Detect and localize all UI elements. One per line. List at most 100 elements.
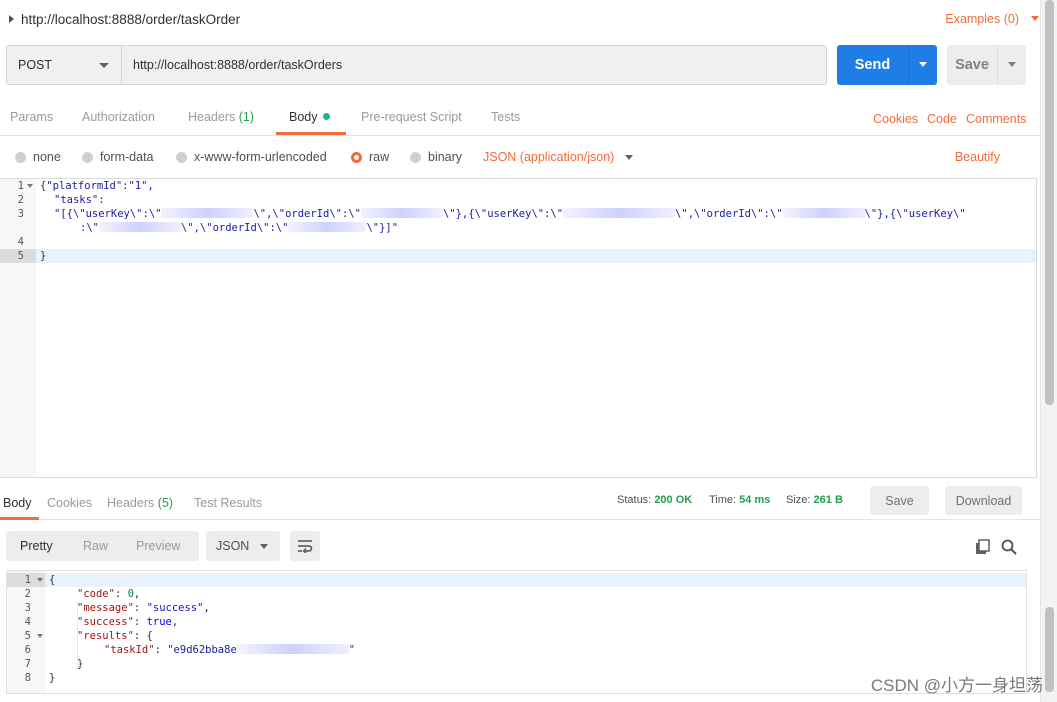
radio-raw[interactable]: raw xyxy=(351,150,389,164)
json-line-2: "code": 0, xyxy=(77,588,141,600)
expand-caret-icon[interactable] xyxy=(9,15,14,23)
headers-count-badge: (1) xyxy=(238,110,255,124)
json-boolean: true xyxy=(146,616,172,628)
send-options-button[interactable] xyxy=(908,45,937,85)
active-tab-underline xyxy=(0,517,39,520)
line-number: 1 xyxy=(17,180,24,192)
beautify-link[interactable]: Beautify xyxy=(955,150,1000,164)
json-key: "code" xyxy=(77,588,115,600)
code-line-3b: :\" \",\"orderId\":\" \"}]" xyxy=(80,221,398,235)
radio-none[interactable]: none xyxy=(15,150,61,164)
view-raw[interactable]: Raw xyxy=(83,539,108,553)
response-save-button[interactable]: Save xyxy=(870,486,929,515)
request-body-editor[interactable]: 1 2 3 4 5 {"platformId":"1", "tasks": "[… xyxy=(0,178,1037,478)
redacted-value xyxy=(236,644,349,654)
fold-arrow-icon[interactable] xyxy=(37,578,43,582)
save-button[interactable]: Save xyxy=(947,45,997,85)
fold-arrow-icon[interactable] xyxy=(27,184,33,188)
radio-urlencoded-label: x-www-form-urlencoded xyxy=(194,150,327,164)
tab-authorization[interactable]: Authorization xyxy=(82,110,155,124)
json-line-4: "success": true, xyxy=(77,616,179,628)
tab-body-label: Body xyxy=(289,110,318,124)
code-line-2: "tasks": xyxy=(54,194,105,206)
scrollbar-thumb[interactable] xyxy=(1045,607,1054,692)
radio-binary[interactable]: binary xyxy=(410,150,462,164)
json-key: "taskId" xyxy=(104,644,155,656)
json-key: "message" xyxy=(77,602,134,614)
save-options-button[interactable] xyxy=(997,45,1026,85)
resp-tab-headers-label: Headers xyxy=(107,496,155,510)
chevron-down-icon[interactable] xyxy=(625,155,633,160)
body-type-options: none form-data x-www-form-urlencoded raw… xyxy=(0,146,1040,170)
platform-id-text: "platformId":"1", xyxy=(46,180,154,192)
content-type-dropdown[interactable]: JSON (application/json) xyxy=(483,150,614,164)
response-format-select[interactable]: JSON xyxy=(206,531,280,561)
chevron-down-icon xyxy=(99,63,109,68)
download-button[interactable]: Download xyxy=(945,486,1022,515)
size-value: 261 B xyxy=(813,494,843,506)
response-view-controls: Pretty Raw Preview JSON xyxy=(0,528,1040,564)
url-value: http://localhost:8888/order/taskOrders xyxy=(133,58,343,72)
line-number: 5 xyxy=(17,250,24,262)
line-number: 2 xyxy=(24,588,31,600)
resp-tab-test-results[interactable]: Test Results xyxy=(194,496,262,510)
cookies-link[interactable]: Cookies xyxy=(873,112,918,126)
json-number: 0 xyxy=(127,588,134,600)
tab-prerequest-script[interactable]: Pre-request Script xyxy=(361,110,462,124)
tab-headers[interactable]: Headers (1) xyxy=(188,110,254,124)
code-fragment: \"}]" xyxy=(366,222,399,234)
radio-urlencoded[interactable]: x-www-form-urlencoded xyxy=(176,150,327,164)
view-pretty[interactable]: Pretty xyxy=(20,539,53,553)
radio-off-icon xyxy=(410,151,421,163)
examples-caret-icon[interactable] xyxy=(1031,16,1039,21)
json-line-1: { xyxy=(49,574,56,586)
method-value: POST xyxy=(18,58,53,72)
send-button[interactable]: Send xyxy=(837,45,908,85)
fold-arrow-icon[interactable] xyxy=(37,634,43,638)
json-string: " xyxy=(348,644,356,656)
line-number: 3 xyxy=(17,208,24,220)
tab-body[interactable]: Body xyxy=(289,110,330,124)
resp-tab-cookies[interactable]: Cookies xyxy=(47,496,92,510)
redacted-value xyxy=(98,222,181,232)
json-string: "success" xyxy=(146,602,204,614)
page-scrollbar[interactable] xyxy=(1040,0,1057,702)
active-line-highlight xyxy=(36,249,1036,263)
wrap-icon xyxy=(298,540,313,553)
radio-off-icon xyxy=(176,151,187,163)
line-number: 4 xyxy=(17,236,24,248)
code-fragment: \",\"orderId\":\" xyxy=(675,208,783,220)
url-input[interactable]: http://localhost:8888/order/taskOrders xyxy=(121,45,827,85)
redacted-value xyxy=(161,208,254,218)
code-link[interactable]: Code xyxy=(927,112,957,126)
line-number: 7 xyxy=(24,658,31,670)
scrollbar-thumb[interactable] xyxy=(1045,0,1054,405)
view-mode-segmented: Pretty Raw Preview xyxy=(6,531,199,561)
status-indicator: Status: 200 OK xyxy=(617,494,692,506)
comments-link[interactable]: Comments xyxy=(966,112,1026,126)
request-title[interactable]: http://localhost:8888/order/taskOrder xyxy=(21,12,240,27)
code-fragment: \",\"orderId\":\" xyxy=(253,208,361,220)
status-label: Status: xyxy=(617,494,652,506)
search-icon[interactable] xyxy=(1000,538,1018,556)
tab-tests[interactable]: Tests xyxy=(491,110,520,124)
method-select[interactable]: POST xyxy=(6,45,122,85)
line-number: 4 xyxy=(24,616,31,628)
view-preview[interactable]: Preview xyxy=(136,539,180,553)
resp-tab-body[interactable]: Body xyxy=(3,496,32,510)
examples-dropdown[interactable]: Examples (0) xyxy=(945,12,1019,26)
radio-binary-label: binary xyxy=(428,150,463,164)
size-label: Size: xyxy=(786,494,811,506)
json-line-6: "taskId": "e9d62bba8e " xyxy=(104,644,356,656)
wrap-lines-button[interactable] xyxy=(290,531,320,561)
radio-on-icon xyxy=(351,151,362,163)
radio-form-data[interactable]: form-data xyxy=(82,150,154,164)
copy-icon[interactable] xyxy=(974,538,992,556)
json-key: "results" xyxy=(77,630,134,642)
line-number: 8 xyxy=(24,672,31,684)
active-tab-underline xyxy=(276,132,346,135)
resp-tab-headers[interactable]: Headers (5) xyxy=(107,496,173,510)
tab-params[interactable]: Params xyxy=(10,110,53,124)
watermark: CSDN @小方一身坦荡 xyxy=(870,676,1043,695)
radio-none-label: none xyxy=(33,150,61,164)
